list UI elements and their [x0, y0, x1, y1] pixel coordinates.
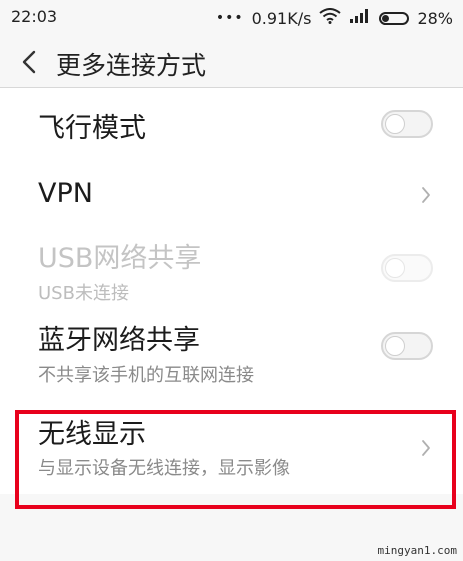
airplane-mode-label: 飞行模式: [38, 113, 146, 144]
network-speed: 0.91K/s: [251, 8, 312, 28]
usb-tethering-row: USB网络共享 USB未连接: [0, 230, 463, 316]
usb-tethering-label: USB网络共享: [38, 243, 202, 274]
screen: 22:03 ••• 0.91K/s 28% 更多连接方式 飞行模式 VPN US…: [0, 0, 463, 561]
notification-dots: •••: [215, 10, 244, 26]
airplane-mode-toggle[interactable]: [381, 110, 433, 138]
battery-percent: 28%: [417, 8, 453, 28]
vpn-row[interactable]: VPN: [0, 160, 463, 230]
status-time: 22:03: [11, 7, 58, 26]
status-indicators: ••• 0.91K/s 28%: [216, 7, 453, 29]
status-bar: 22:03 ••• 0.91K/s 28%: [0, 0, 463, 36]
chevron-right-icon: [421, 186, 431, 204]
watermark: mingyan1.com: [377, 544, 457, 557]
page-title: 更多连接方式: [56, 51, 207, 80]
chevron-left-icon[interactable]: [18, 48, 42, 76]
battery-level-fill: [382, 14, 390, 22]
usb-tethering-status: USB未连接: [38, 283, 129, 304]
battery-icon: [379, 11, 410, 25]
toggle-knob: [385, 114, 405, 134]
airplane-mode-row[interactable]: 飞行模式: [0, 88, 463, 160]
bluetooth-tethering-row[interactable]: 蓝牙网络共享 不共享该手机的互联网连接: [0, 316, 463, 402]
header: 更多连接方式: [0, 36, 463, 88]
toggle-knob: [385, 258, 405, 278]
signal-icon: [349, 8, 371, 28]
bluetooth-tethering-toggle[interactable]: [381, 332, 433, 360]
usb-tethering-toggle: [381, 254, 433, 282]
vpn-label: VPN: [38, 178, 93, 209]
bluetooth-tethering-label: 蓝牙网络共享: [38, 325, 200, 356]
highlight-annotation-box: [15, 410, 456, 509]
wifi-icon: [319, 8, 342, 28]
bluetooth-tethering-description: 不共享该手机的互联网连接: [38, 365, 254, 386]
toggle-knob: [385, 336, 405, 356]
